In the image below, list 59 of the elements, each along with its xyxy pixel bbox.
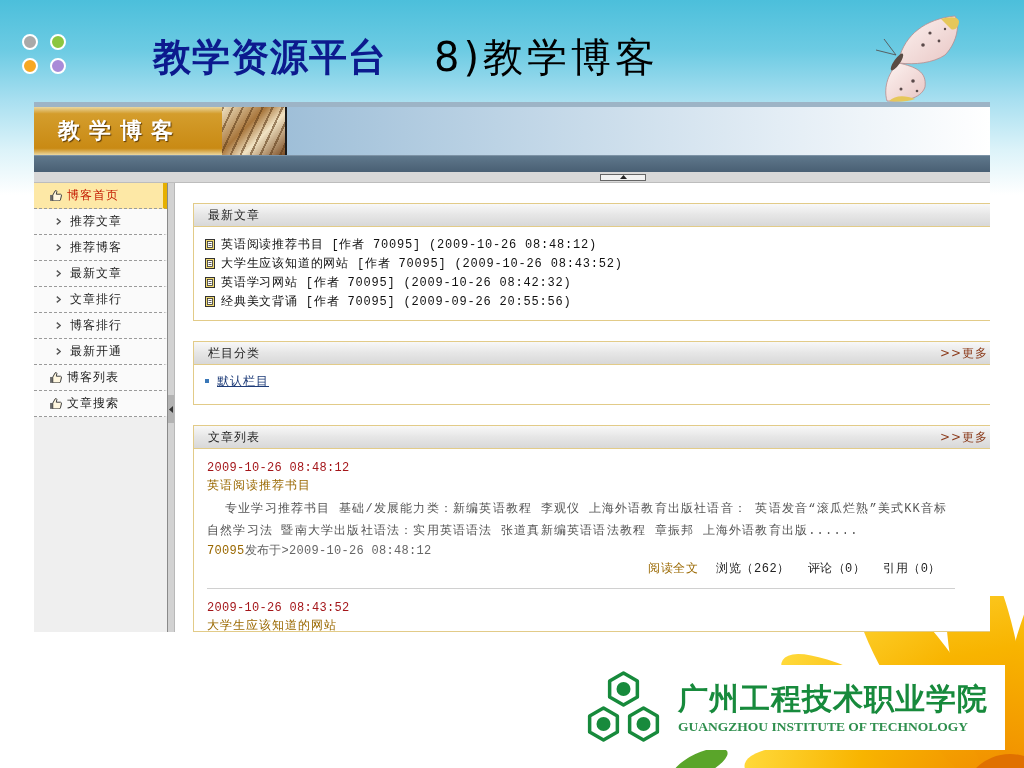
article-summary: 专业学习推荐书目 基础/发展能力类：新编英语教程 李观仪 上海外语教育出版社语音： 英语发音“滚瓜烂熟”美式KK音标自然学习法 暨南大学出版社语法：实用英语语法 张道真新编英语语法教程 章振邦 上海外语教育出版......: [207, 500, 949, 540]
chevron-right-icon: [56, 322, 61, 329]
logo-name: 广州工程技术职业学院: [678, 680, 988, 717]
sidebar-item[interactable]: 推荐博客: [34, 235, 167, 261]
hand-icon: [50, 190, 62, 201]
more-link[interactable]: >>更多: [939, 344, 988, 362]
stat-link[interactable]: 浏览（262）: [716, 560, 790, 578]
caret-left-icon: [169, 405, 173, 413]
panel-title: 栏目分类: [208, 344, 260, 362]
dot-icon: [50, 58, 66, 74]
dot-icon: [22, 34, 38, 50]
collapse-button[interactable]: [600, 173, 646, 181]
article-link[interactable]: 大学生应该知道的网站 [作者 70095] (2009-10-26 08:43:52): [221, 255, 623, 272]
sidebar-item[interactable]: 文章搜索: [34, 391, 167, 417]
hand-icon: [50, 398, 62, 409]
article-date: 2009-10-26 08:43:52: [207, 600, 351, 617]
dot-icon: [22, 58, 38, 74]
more-link[interactable]: >>更多: [939, 428, 988, 446]
sidebar-item[interactable]: 推荐文章: [34, 209, 167, 235]
chevron-right-icon: [56, 218, 61, 225]
article-date: 2009-10-26 08:48:12: [207, 460, 351, 477]
author-link[interactable]: 70095: [207, 542, 245, 560]
article-title-link[interactable]: 大学生应该知道的网站: [207, 617, 337, 631]
stat-link[interactable]: 评论（0）: [807, 560, 866, 578]
sidebar-item[interactable]: 最新文章: [34, 261, 167, 287]
hexagon-emblem-icon: [585, 671, 662, 744]
slide-title: 教学资源平台: [153, 37, 387, 77]
logo-name-english: GUANGZHOU INSTITUTE OF TECHNOLOGY: [678, 718, 969, 735]
sidebar-item[interactable]: 文章排行: [34, 287, 167, 313]
chevron-right-icon: [56, 296, 61, 303]
article-link[interactable]: 英语阅读推荐书目 [作者 70095] (2009-10-26 08:48:12): [221, 236, 598, 253]
chevron-right-icon: [56, 270, 61, 277]
document-icon: [205, 258, 215, 269]
square-bullet-icon: [205, 379, 209, 383]
sidebar-item[interactable]: 博客排行: [34, 313, 167, 339]
chevron-right-icon: [56, 244, 61, 251]
chevron-right-icon: [56, 348, 61, 355]
banner-title: 教学博客: [34, 107, 222, 155]
category-link[interactable]: 默认栏目: [217, 372, 269, 390]
post-time: 发布于>2009-10-26 08:48:12: [244, 543, 432, 560]
sidebar-item[interactable]: 博客首页: [34, 183, 167, 209]
document-icon: [205, 239, 215, 250]
read-more-link[interactable]: 阅读全文: [648, 560, 699, 578]
dot-icon: [50, 34, 66, 50]
slide-subtitle: 8)教学博客: [434, 35, 660, 79]
article-link[interactable]: 英语学习网站 [作者 70095] (2009-10-26 08:42:32): [221, 274, 572, 291]
hand-icon: [50, 372, 62, 383]
panel-title: 最新文章: [208, 206, 260, 224]
article-link[interactable]: 经典美文背诵 [作者 70095] (2009-09-26 20:55:56): [221, 293, 572, 310]
sidebar-item[interactable]: 最新开通: [34, 339, 167, 365]
panel-title: 文章列表: [208, 428, 260, 446]
stat-link[interactable]: 引用（0）: [883, 560, 941, 578]
sidebar-item[interactable]: 博客列表: [34, 365, 167, 391]
photo-placeholder: [222, 107, 287, 155]
caret-up-icon: [619, 175, 627, 179]
splitter-handle[interactable]: [168, 395, 174, 423]
article-title-link[interactable]: 英语阅读推荐书目: [207, 477, 311, 495]
document-icon: [205, 277, 215, 288]
document-icon: [205, 296, 215, 307]
